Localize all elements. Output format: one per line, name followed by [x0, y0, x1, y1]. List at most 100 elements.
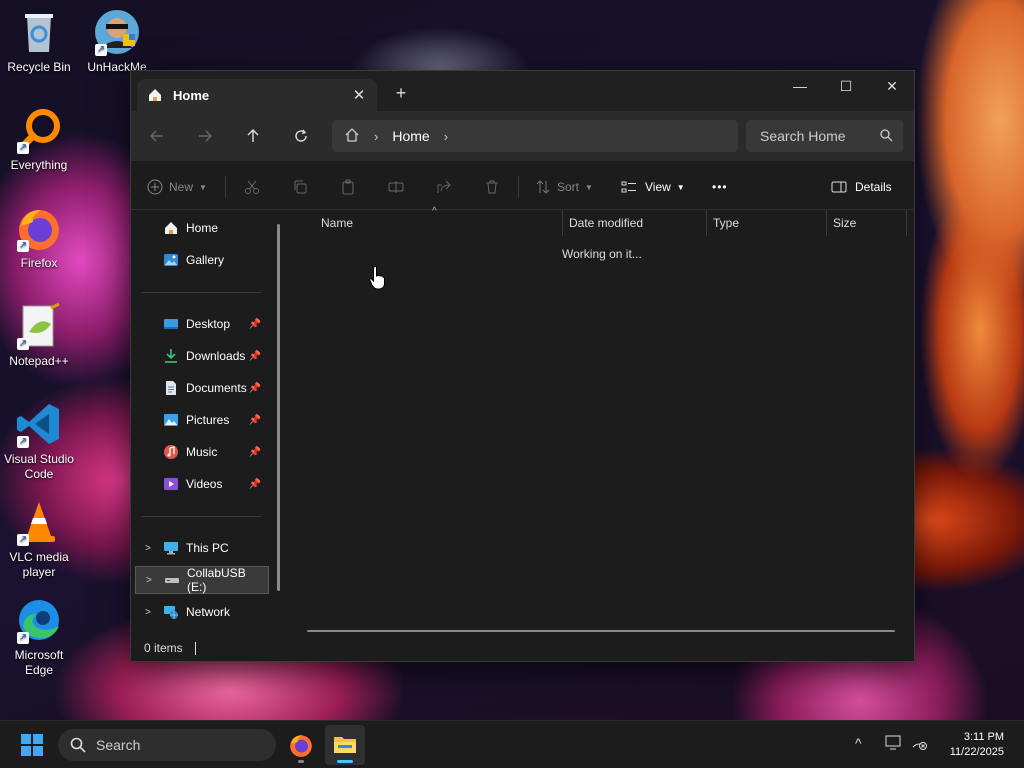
- sidebar-item-label: Desktop: [186, 317, 231, 331]
- system-clock[interactable]: 3:11 PM 11/22/2025: [950, 730, 1004, 760]
- pin-icon[interactable]: 📌: [249, 447, 261, 458]
- paste-button[interactable]: [340, 164, 356, 210]
- column-divider[interactable]: [706, 210, 707, 236]
- horizontal-scrollbar[interactable]: [307, 630, 895, 632]
- share-icon: [437, 180, 451, 193]
- delete-button[interactable]: [484, 164, 500, 210]
- back-button[interactable]: [145, 124, 169, 148]
- rename-button[interactable]: [388, 164, 404, 210]
- forward-button[interactable]: [193, 124, 217, 148]
- desktop-icon-vscode[interactable]: ↗ Visual Studio Code: [0, 400, 78, 482]
- address-bar[interactable]: › Home ›: [332, 120, 738, 152]
- folder-icon: [334, 737, 356, 753]
- chevron-right-icon[interactable]: >: [145, 543, 151, 554]
- column-header-size[interactable]: Size: [833, 210, 856, 236]
- share-button[interactable]: [436, 164, 452, 210]
- taskbar-search[interactable]: Search: [58, 729, 276, 761]
- sidebar-item-music[interactable]: Music 📌: [135, 438, 269, 466]
- display-icon[interactable]: [885, 734, 903, 755]
- more-options-button[interactable]: •••: [712, 164, 728, 210]
- column-divider[interactable]: [906, 210, 907, 236]
- shortcut-arrow-icon: ↗: [95, 44, 107, 56]
- taskbar-firefox[interactable]: [281, 725, 321, 765]
- status-bar: 0 items: [131, 635, 914, 661]
- sort-button[interactable]: Sort ▼: [535, 164, 593, 210]
- pin-icon[interactable]: 📌: [249, 319, 261, 330]
- edge-icon: ↗: [15, 596, 63, 644]
- chevron-down-icon: ▼: [676, 182, 685, 192]
- taskbar-file-explorer[interactable]: [325, 725, 365, 765]
- pin-icon[interactable]: 📌: [249, 351, 261, 362]
- tab-home[interactable]: Home ✕: [137, 79, 377, 111]
- show-hidden-icons-chevron-up-icon[interactable]: ^: [855, 735, 862, 751]
- usb-drive-icon: [164, 572, 180, 588]
- column-divider[interactable]: [826, 210, 827, 236]
- sidebar-item-label: Network: [186, 605, 231, 619]
- maximize-button[interactable]: ☐: [823, 71, 869, 103]
- shortcut-arrow-icon: ↗: [17, 142, 29, 154]
- start-button[interactable]: [12, 725, 52, 765]
- breadcrumb-home[interactable]: Home: [392, 128, 429, 144]
- pin-icon[interactable]: 📌: [249, 383, 261, 394]
- navigation-bar: › Home › Search Home: [131, 111, 914, 161]
- cut-button[interactable]: [244, 164, 260, 210]
- running-indicator: [298, 760, 304, 763]
- sidebar-item-downloads[interactable]: Downloads 📌: [135, 342, 269, 370]
- chevron-right-icon[interactable]: ›: [444, 129, 448, 144]
- sidebar-item-label: Home: [186, 221, 219, 235]
- sidebar-item-collabusb[interactable]: > CollabUSB (E:): [135, 566, 269, 594]
- desktop-icon-firefox[interactable]: ↗ Firefox: [0, 204, 78, 271]
- sidebar-item-network[interactable]: > Network: [135, 598, 269, 626]
- column-header-name[interactable]: Name: [321, 210, 353, 236]
- column-divider[interactable]: [562, 210, 563, 236]
- sidebar-item-documents[interactable]: Documents 📌: [135, 374, 269, 402]
- home-icon[interactable]: [344, 127, 360, 146]
- desktop-icon-label: Firefox: [20, 256, 58, 270]
- chevron-right-icon[interactable]: >: [146, 575, 152, 586]
- videos-icon: [163, 476, 179, 492]
- desktop-icon-recycle-bin[interactable]: Recycle Bin: [0, 8, 78, 75]
- desktop-icon-edge[interactable]: ↗ Microsoft Edge: [0, 596, 78, 678]
- sidebar-item-label: Pictures: [186, 413, 230, 427]
- view-label: View: [645, 180, 671, 194]
- new-button[interactable]: New ▼: [147, 164, 207, 210]
- minimize-button[interactable]: —: [777, 71, 823, 103]
- view-button[interactable]: View ▼: [621, 164, 685, 210]
- sort-label: Sort: [557, 180, 580, 194]
- copy-button[interactable]: [292, 164, 308, 210]
- sidebar-item-desktop[interactable]: Desktop 📌: [135, 310, 269, 338]
- desktop-icon-notepadpp[interactable]: ↗ Notepad++: [0, 302, 78, 369]
- sidebar-item-this-pc[interactable]: > This PC: [135, 534, 269, 562]
- firefox-icon: ↗: [15, 204, 63, 252]
- rename-icon: [388, 181, 404, 193]
- desktop-icon-unhackme[interactable]: ↗ UnHackMe: [78, 8, 156, 75]
- sidebar-item-gallery[interactable]: Gallery: [135, 246, 269, 274]
- paste-icon: [342, 179, 354, 195]
- close-window-button[interactable]: ✕: [869, 71, 915, 103]
- column-header-date-modified[interactable]: Date modified: [569, 210, 643, 236]
- sidebar-item-home[interactable]: Home: [135, 214, 269, 242]
- desktop-icon-vlc[interactable]: ↗ VLC media player: [0, 498, 78, 580]
- up-button[interactable]: [241, 124, 265, 148]
- navigation-pane: Home Gallery Desktop 📌 Downloads 📌 Docum…: [131, 210, 281, 640]
- sidebar-item-pictures[interactable]: Pictures 📌: [135, 406, 269, 434]
- tab-close-icon[interactable]: ✕: [347, 86, 371, 104]
- column-header-type[interactable]: Type: [713, 210, 739, 236]
- pin-icon[interactable]: 📌: [249, 415, 261, 426]
- refresh-button[interactable]: [289, 124, 313, 148]
- pictures-icon: [163, 412, 179, 428]
- search-input[interactable]: Search Home: [746, 120, 903, 152]
- desktop-icon-everything[interactable]: ↗ Everything: [0, 106, 78, 173]
- gallery-icon: [163, 252, 179, 268]
- network-disconnected-icon[interactable]: [911, 734, 929, 755]
- chevron-right-icon[interactable]: ›: [374, 129, 378, 144]
- new-label: New: [169, 180, 194, 194]
- sidebar-item-label: Documents: [186, 381, 247, 395]
- details-button[interactable]: Details: [831, 164, 892, 210]
- chevron-right-icon[interactable]: >: [145, 607, 151, 618]
- new-tab-button[interactable]: +: [389, 83, 413, 104]
- sidebar-scrollbar[interactable]: [277, 224, 280, 591]
- pin-icon[interactable]: 📌: [249, 479, 261, 490]
- sidebar-item-videos[interactable]: Videos 📌: [135, 470, 269, 498]
- title-bar[interactable]: Home ✕ + — ☐ ✕: [131, 71, 914, 111]
